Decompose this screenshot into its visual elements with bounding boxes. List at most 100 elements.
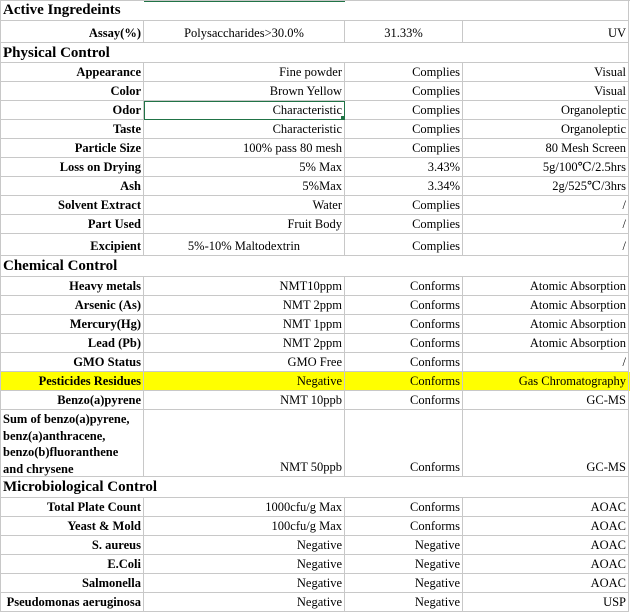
result-cell[interactable]: Negative [345,555,463,574]
method-cell[interactable]: / [463,196,629,215]
result-cell[interactable]: 3.43% [345,158,463,177]
item-cell[interactable]: Heavy metals [0,277,144,296]
table-row[interactable]: Lead (Pb) NMT 2ppm Conforms Atomic Absor… [0,334,630,353]
method-cell[interactable]: / [463,215,629,234]
item-cell[interactable]: Pesticides Residues [0,372,144,391]
table-row[interactable]: Heavy metals NMT10ppm Conforms Atomic Ab… [0,277,630,296]
method-cell[interactable]: AOAC [463,536,629,555]
method-cell[interactable]: 80 Mesh Screen [463,139,629,158]
item-cell[interactable]: Excipient [0,234,144,256]
item-cell[interactable]: Part Used [0,215,144,234]
result-cell[interactable]: Conforms [345,334,463,353]
method-cell[interactable]: / [463,234,629,256]
method-cell[interactable]: 5g/100℃/2.5hrs [463,158,629,177]
specification-cell[interactable]: GMO Free [144,353,345,372]
result-cell[interactable]: Complies [345,139,463,158]
item-cell[interactable]: GMO Status [0,353,144,372]
method-cell[interactable]: Atomic Absorption [463,296,629,315]
item-cell[interactable]: Benzo(a)pyrene [0,391,144,410]
result-cell[interactable]: Complies [345,63,463,82]
result-cell[interactable]: Negative [345,536,463,555]
table-row[interactable]: Assay(%) Polysaccharides>30.0% 31.33% UV [0,21,630,43]
item-cell[interactable]: Pseudomonas aeruginosa [0,593,144,612]
result-cell[interactable]: Conforms [345,296,463,315]
specification-cell[interactable]: Fine powder [144,63,345,82]
method-cell[interactable]: Organoleptic [463,101,629,120]
section-header-chemical[interactable]: Chemical Control [0,256,630,277]
table-row[interactable]: Solvent Extract Water Complies / [0,196,630,215]
result-cell[interactable]: Negative [345,574,463,593]
result-cell[interactable]: Conforms [345,410,463,477]
table-row[interactable]: Excipient 5%-10% Maltodextrin Complies / [0,234,630,256]
table-row[interactable]: E.Coli Negative Negative AOAC [0,555,630,574]
specification-cell[interactable]: Negative [144,372,345,391]
table-row[interactable]: Benzo(a)pyrene NMT 10ppb Conforms GC-MS [0,391,630,410]
result-cell[interactable]: 3.34% [345,177,463,196]
table-row[interactable]: GMO Status GMO Free Conforms / [0,353,630,372]
specification-cell[interactable]: 5% Max [144,158,345,177]
item-cell[interactable]: Arsenic (As) [0,296,144,315]
specification-cell[interactable]: NMT 2ppm [144,334,345,353]
method-cell[interactable]: Organoleptic [463,120,629,139]
item-cell[interactable]: Total Plate Count [0,498,144,517]
table-row[interactable]: Appearance Fine powder Complies Visual [0,63,630,82]
specification-cell[interactable]: NMT 2ppm [144,296,345,315]
table-row[interactable]: Mercury(Hg) NMT 1ppm Conforms Atomic Abs… [0,315,630,334]
method-cell[interactable]: Visual [463,63,629,82]
result-cell[interactable]: Complies [345,101,463,120]
item-cell[interactable]: Salmonella [0,574,144,593]
table-row[interactable]: Pseudomonas aeruginosa Negative Negative… [0,593,630,612]
specification-cell[interactable]: 5%Max [144,177,345,196]
method-cell[interactable]: GC-MS [463,391,629,410]
specification-cell[interactable]: 5%-10% Maltodextrin [144,234,345,256]
method-cell[interactable]: GC-MS [463,410,629,477]
method-cell[interactable]: AOAC [463,517,629,536]
result-cell[interactable]: Conforms [345,498,463,517]
result-cell[interactable]: Complies [345,234,463,256]
result-cell[interactable]: Conforms [345,517,463,536]
table-row[interactable]: S. aureus Negative Negative AOAC [0,536,630,555]
result-cell[interactable]: Conforms [345,277,463,296]
method-cell[interactable]: AOAC [463,555,629,574]
table-row[interactable]: Yeast & Mold 100cfu/g Max Conforms AOAC [0,517,630,536]
item-cell[interactable]: Taste [0,120,144,139]
method-cell[interactable]: Gas Chromatography [463,372,629,391]
table-row[interactable]: Loss on Drying 5% Max 3.43% 5g/100℃/2.5h… [0,158,630,177]
table-row[interactable]: Total Plate Count 1000cfu/g Max Conforms… [0,498,630,517]
method-cell[interactable]: / [463,353,629,372]
section-header-physical[interactable]: Physical Control [0,43,630,63]
result-cell[interactable]: Complies [345,196,463,215]
specification-cell[interactable]: NMT 10ppb [144,391,345,410]
specification-cell[interactable]: NMT 1ppm [144,315,345,334]
method-cell[interactable]: USP [463,593,629,612]
item-cell[interactable]: Lead (Pb) [0,334,144,353]
specification-cell[interactable]: 1000cfu/g Max [144,498,345,517]
table-row[interactable]: Part Used Fruit Body Complies / [0,215,630,234]
item-cell[interactable]: Mercury(Hg) [0,315,144,334]
method-cell[interactable]: Atomic Absorption [463,277,629,296]
specification-cell[interactable]: Negative [144,555,345,574]
method-cell[interactable]: Atomic Absorption [463,315,629,334]
item-cell[interactable]: E.Coli [0,555,144,574]
method-cell[interactable]: Visual [463,82,629,101]
item-cell[interactable]: Assay(%) [0,21,144,43]
result-cell[interactable]: 31.33% [345,21,463,43]
section-header-micro[interactable]: Microbiological Control [0,477,630,498]
table-row[interactable]: Arsenic (As) NMT 2ppm Conforms Atomic Ab… [0,296,630,315]
table-row[interactable]: Taste Characteristic Complies Organolept… [0,120,630,139]
item-cell[interactable]: Ash [0,177,144,196]
method-cell[interactable]: 2g/525℃/3hrs [463,177,629,196]
item-cell[interactable]: Appearance [0,63,144,82]
table-row-highlighted[interactable]: Pesticides Residues Negative Conforms Ga… [0,372,630,391]
method-cell[interactable]: Atomic Absorption [463,334,629,353]
item-cell[interactable]: Loss on Drying [0,158,144,177]
item-cell[interactable]: Particle Size [0,139,144,158]
specification-cell[interactable]: 100% pass 80 mesh [144,139,345,158]
specification-cell[interactable]: Brown Yellow [144,82,345,101]
specification-cell[interactable]: Water [144,196,345,215]
item-cell[interactable]: Solvent Extract [0,196,144,215]
result-cell[interactable]: Complies [345,215,463,234]
result-cell[interactable]: Complies [345,82,463,101]
result-cell[interactable]: Conforms [345,391,463,410]
table-row[interactable]: Odor Characteristic Complies Organolepti… [0,101,630,120]
